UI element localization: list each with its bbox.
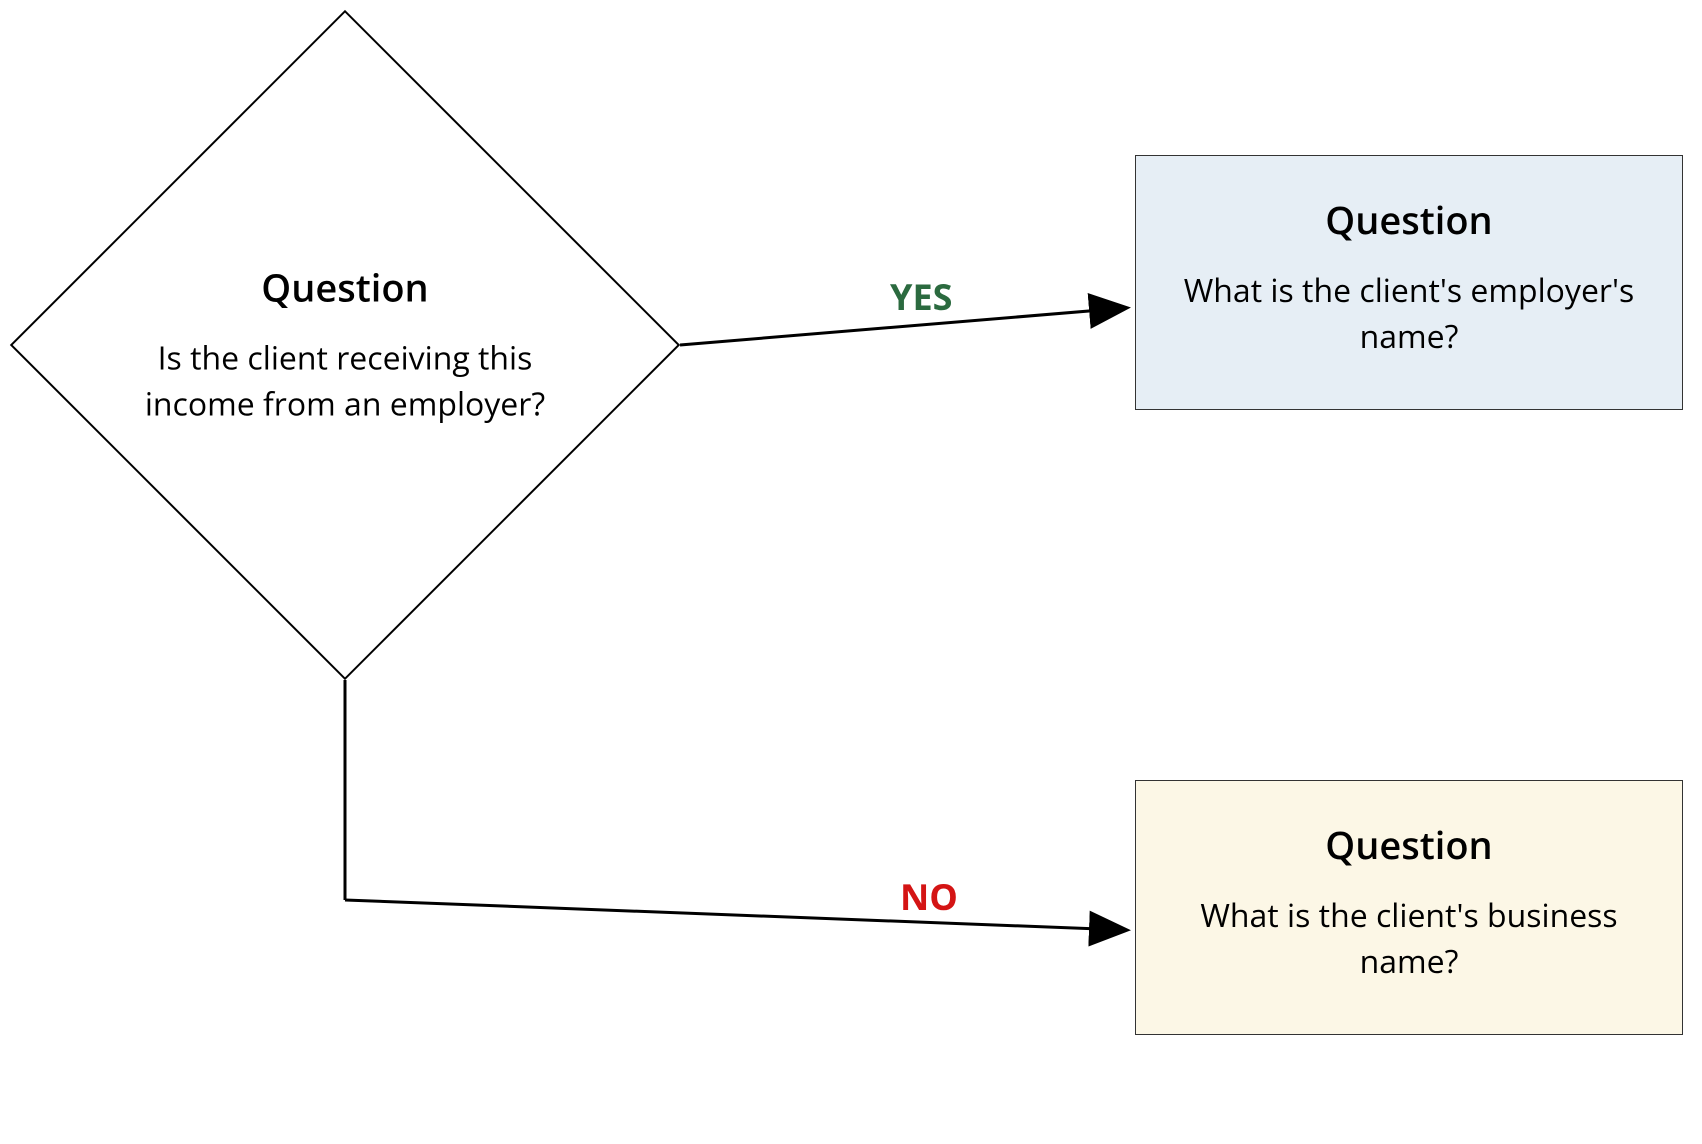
no-node-title: Question bbox=[1176, 819, 1642, 871]
no-node-text: What is the client's business name? bbox=[1176, 893, 1642, 986]
yes-node-title: Question bbox=[1176, 194, 1642, 246]
yes-node-text: What is the client's employer's name? bbox=[1176, 268, 1642, 361]
no-result-node: Question What is the client's business n… bbox=[1135, 780, 1683, 1035]
edge-label-no: NO bbox=[900, 872, 958, 921]
arrow-no bbox=[345, 900, 1125, 930]
decision-title: Question bbox=[130, 262, 560, 314]
flowchart-diagram: Question Is the client receiving this in… bbox=[0, 0, 1702, 1144]
decision-text: Is the client receiving this income from… bbox=[130, 336, 560, 429]
edge-label-yes: YES bbox=[890, 272, 952, 321]
decision-node: Question Is the client receiving this in… bbox=[10, 10, 680, 680]
yes-result-node: Question What is the client's employer's… bbox=[1135, 155, 1683, 410]
decision-content: Question Is the client receiving this in… bbox=[130, 262, 560, 429]
